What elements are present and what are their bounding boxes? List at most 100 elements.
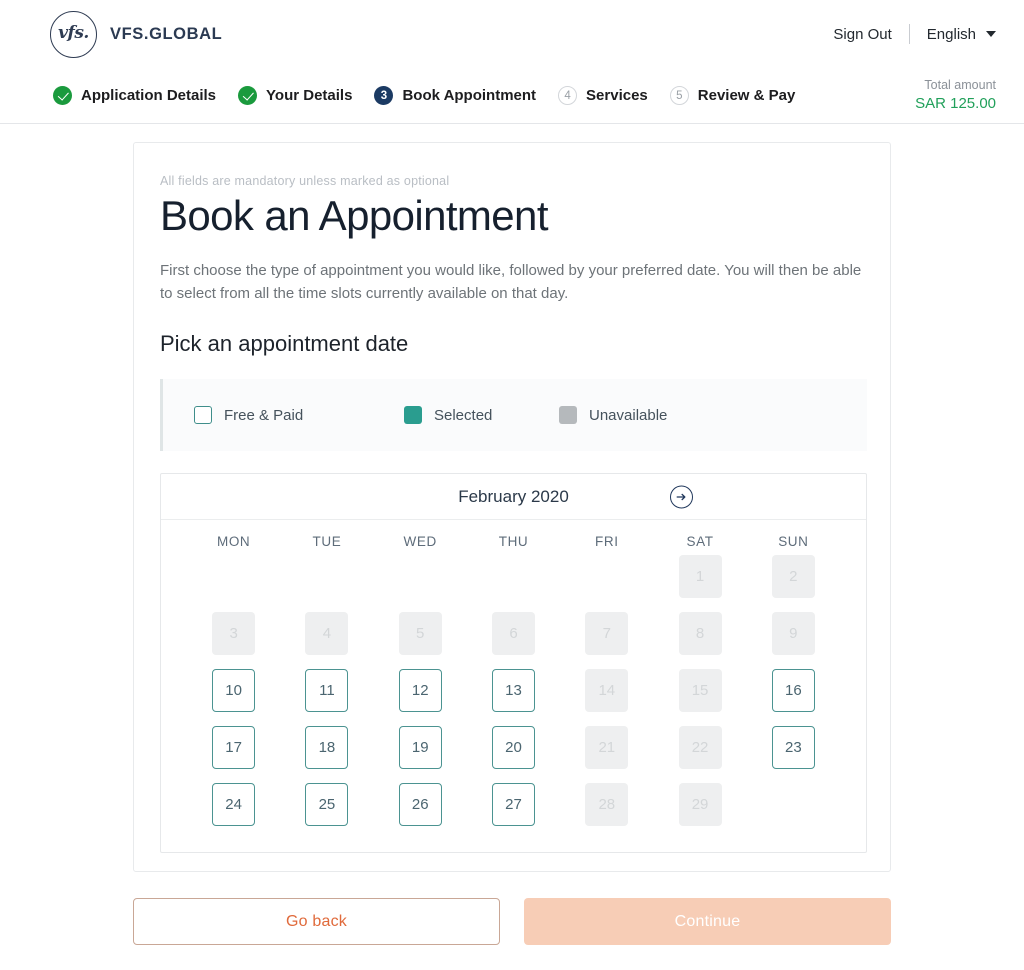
page-root: vfs. VFS.GLOBAL Sign Out English Applica…	[0, 0, 1024, 970]
calendar-day-22: 22	[678, 726, 722, 769]
step-number-badge: 5	[669, 86, 689, 105]
language-selector[interactable]: English	[910, 26, 996, 43]
step-label: Book Appointment	[402, 87, 537, 104]
calendar-day-12[interactable]: 12	[398, 669, 442, 712]
progress-stepper: Application Details Your Details 3 Book …	[0, 68, 1024, 124]
calendar-month-label: February 2020	[458, 486, 569, 506]
calendar-weeks: 1 2 3 4 5 6 7 8 9 10 11 12 13 14 15 16 17 18 19 20 21 22 23 24 2…	[187, 555, 840, 826]
go-back-button[interactable]: Go back	[133, 898, 500, 945]
legend-item-free-paid: Free & Paid	[194, 406, 404, 424]
calendar-day-28: 28	[585, 783, 629, 826]
sign-out-link[interactable]: Sign Out	[833, 26, 908, 43]
step-number-badge: 3	[374, 86, 394, 105]
legend-label: Unavailable	[589, 406, 668, 424]
step-label: Services	[586, 87, 648, 104]
legend-swatch-unavailable-icon	[559, 406, 577, 424]
calendar-day-19[interactable]: 19	[398, 726, 442, 769]
legend-label: Selected	[434, 406, 493, 424]
calendar-day-empty	[492, 555, 535, 598]
total-amount-label: Total amount	[924, 77, 996, 92]
calendar-day-empty	[305, 555, 348, 598]
check-icon	[53, 86, 72, 105]
calendar-day-11[interactable]: 11	[305, 669, 349, 712]
calendar-day-empty	[399, 555, 442, 598]
step-number-badge: 4	[558, 86, 578, 105]
calendar-day-6: 6	[491, 612, 535, 655]
calendar-day-16[interactable]: 16	[771, 669, 815, 712]
calendar-day-29: 29	[678, 783, 722, 826]
total-amount: Total amount SAR 125.00	[915, 77, 996, 114]
calendar-day-24[interactable]: 24	[212, 783, 256, 826]
calendar-week-row: 17 18 19 20 21 22 23	[187, 726, 840, 769]
calendar-day-25[interactable]: 25	[305, 783, 349, 826]
check-icon	[238, 86, 258, 105]
chevron-down-icon	[986, 31, 996, 37]
language-label: English	[926, 25, 976, 43]
step-services[interactable]: 4 Services	[558, 86, 648, 105]
page-title: Book an Appointment	[160, 192, 548, 239]
legend-item-unavailable: Unavailable	[559, 406, 667, 424]
step-your-details[interactable]: Your Details	[238, 86, 352, 105]
calendar-day-14: 14	[585, 669, 629, 712]
calendar-week-row: 3 4 5 6 7 8 9	[187, 612, 840, 655]
calendar-day-9: 9	[771, 612, 815, 655]
section-title: Pick an appointment date	[160, 331, 409, 356]
brand-name: VFS.GLOBAL	[110, 24, 223, 43]
top-bar: vfs. VFS.GLOBAL Sign Out English	[0, 0, 1024, 68]
calendar-day-3: 3	[212, 612, 256, 655]
weekday-tue: TUE	[312, 534, 342, 549]
legend-label: Free & Paid	[224, 406, 304, 424]
calendar-day-1: 1	[678, 555, 722, 598]
calendar-day-17[interactable]: 17	[212, 726, 256, 769]
calendar-day-5: 5	[398, 612, 442, 655]
calendar-day-10[interactable]: 10	[212, 669, 256, 712]
vfs-circle-icon: vfs.	[50, 10, 97, 58]
booking-card: All fields are mandatory unless marked a…	[133, 142, 891, 872]
calendar-body: MON TUE WED THU FRI SAT SUN 1 2 3 4 5 6 7 8 9 10 1…	[161, 520, 866, 826]
calendar-day-8: 8	[678, 612, 722, 655]
calendar-day-empty	[772, 783, 815, 826]
intro-text: First choose the type of appointment you…	[160, 262, 862, 302]
continue-button[interactable]: Continue	[524, 898, 891, 945]
booking-card-body: All fields are mandatory unless marked a…	[134, 143, 890, 853]
calendar-day-13[interactable]: 13	[491, 669, 535, 712]
weekday-fri: FRI	[595, 534, 619, 549]
step-label: Review & Pay	[697, 87, 796, 104]
legend-item-selected: Selected	[404, 406, 559, 424]
calendar-day-26[interactable]: 26	[398, 783, 442, 826]
step-review-and-pay[interactable]: 5 Review & Pay	[669, 86, 796, 105]
vfs-monogram: vfs.	[58, 23, 89, 43]
weekday-wed: WED	[403, 534, 437, 549]
calendar-legend: Free & Paid Selected Unavailable	[160, 379, 867, 451]
weekday-thu: THU	[498, 534, 529, 549]
calendar-day-4: 4	[305, 612, 349, 655]
calendar-day-7: 7	[585, 612, 629, 655]
weekday-sat: SAT	[686, 534, 714, 549]
top-right-controls: Sign Out English	[833, 24, 996, 44]
calendar-day-empty	[212, 555, 255, 598]
step-label: Application Details	[81, 87, 217, 104]
calendar-day-18[interactable]: 18	[305, 726, 349, 769]
calendar-day-20[interactable]: 20	[491, 726, 535, 769]
calendar-day-empty	[585, 555, 628, 598]
legend-swatch-selected-icon	[404, 406, 422, 424]
calendar-day-2: 2	[771, 555, 815, 598]
weekday-mon: MON	[216, 534, 251, 549]
form-actions: Go back Continue	[133, 898, 891, 945]
calendar-week-row: 12	[187, 555, 840, 598]
total-amount-value: SAR 125.00	[915, 94, 996, 112]
calendar-header: February 2020	[161, 474, 866, 520]
calendar-weekday-header: MON TUE WED THU FRI SAT SUN	[187, 534, 840, 549]
calendar-day-21: 21	[585, 726, 629, 769]
step-book-appointment[interactable]: 3 Book Appointment	[374, 86, 536, 105]
calendar-day-23[interactable]: 23	[771, 726, 815, 769]
date-picker-calendar: February 2020 MON TUE WED THU FRI SAT SU…	[160, 473, 867, 853]
step-label: Your Details	[266, 87, 353, 104]
calendar-day-15: 15	[678, 669, 722, 712]
brand-logo[interactable]: vfs. VFS.GLOBAL	[50, 10, 223, 58]
calendar-week-row: 24 25 26 27 28 29	[187, 783, 840, 826]
arrow-right-circle-icon[interactable]	[670, 485, 693, 508]
calendar-day-27[interactable]: 27	[491, 783, 535, 826]
weekday-sun: SUN	[778, 534, 809, 549]
step-application-details[interactable]: Application Details	[53, 86, 216, 105]
